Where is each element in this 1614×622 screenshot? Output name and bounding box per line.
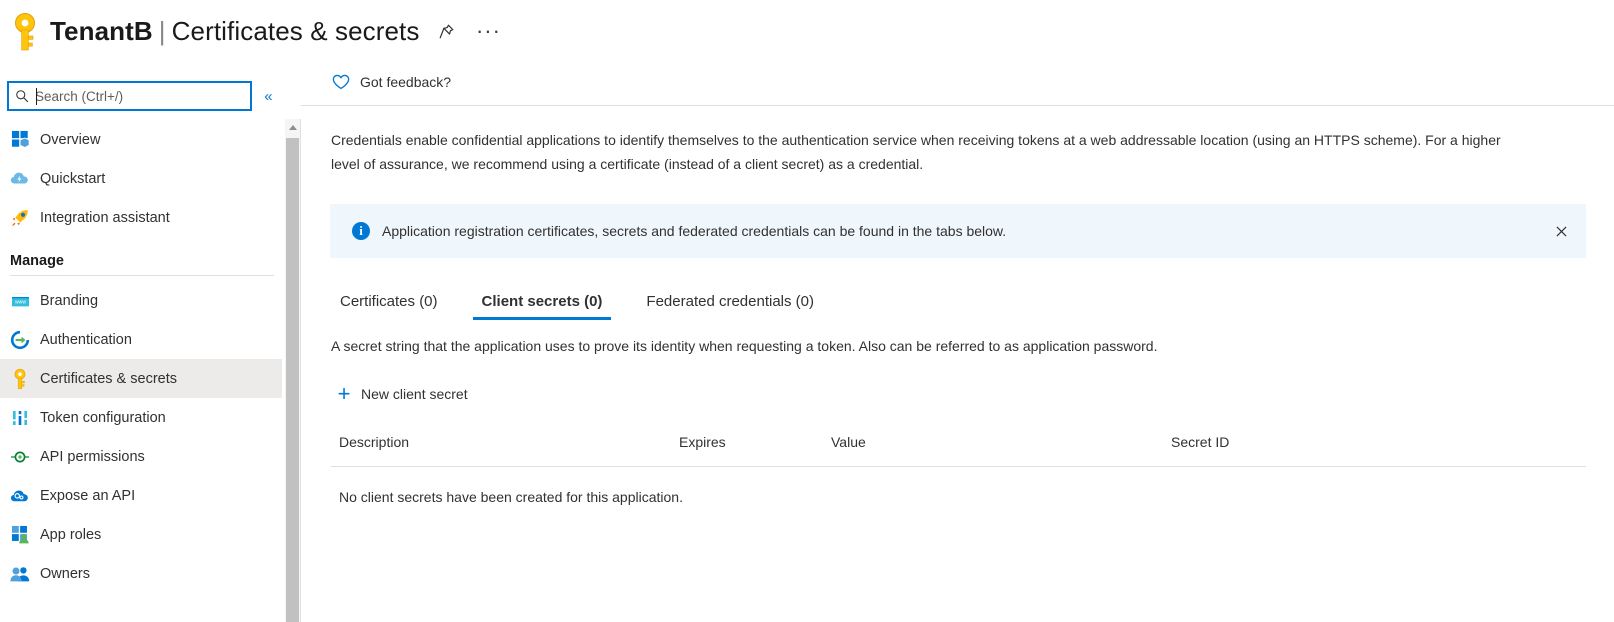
command-bar: + New client secret	[301, 380, 1614, 408]
overview-grid-icon	[6, 128, 34, 152]
got-feedback-label: Got feedback?	[360, 74, 452, 90]
sidebar-item-label: Owners	[40, 565, 90, 582]
tab-label: Client secrets (0)	[481, 293, 603, 310]
sidebar-search-row: «	[0, 78, 282, 114]
sidebar-item-owners[interactable]: Owners	[0, 554, 282, 593]
sidebar-item-label: Quickstart	[40, 170, 106, 187]
sidebar-item-integration-assistant[interactable]: Integration assistant	[0, 198, 282, 237]
sidebar-item-expose-an-api[interactable]: Expose an API	[0, 476, 282, 515]
new-client-secret-button[interactable]: + New client secret	[331, 380, 474, 408]
sidebar: « Overview	[0, 62, 282, 622]
page-title: TenantB | Certificates & secrets	[50, 16, 419, 47]
people-icon	[6, 562, 34, 586]
sidebar-item-label: Token configuration	[40, 409, 166, 426]
table-empty-message: No client secrets have been created for …	[339, 489, 683, 505]
column-header-value[interactable]: Value	[823, 434, 1163, 450]
tab-federated-credentials[interactable]: Federated credentials (0)	[637, 293, 823, 320]
sidebar-item-label: Overview	[40, 131, 101, 148]
scroll-up-button[interactable]	[285, 119, 300, 136]
sidebar-item-certificates-and-secrets[interactable]: Certificates & secrets	[0, 359, 282, 398]
sidebar-item-api-permissions[interactable]: API permissions	[0, 437, 282, 476]
sidebar-item-app-roles[interactable]: App roles	[0, 515, 282, 554]
sidebar-item-label: App roles	[40, 526, 102, 543]
new-client-secret-label: New client secret	[361, 386, 468, 402]
sidebar-item-overview[interactable]: Overview	[0, 120, 282, 159]
sliders-icon	[6, 406, 34, 430]
azure-portal-blade: TenantB | Certificates & secrets ··· Sea…	[0, 0, 1614, 622]
api-plug-icon	[6, 445, 34, 469]
page-name: Certificates & secrets	[171, 15, 420, 46]
sidebar-item-label: Branding	[40, 292, 99, 309]
sidebar-item-label: Integration assistant	[40, 209, 170, 226]
grid-person-icon	[6, 523, 34, 547]
sign-in-arrow-icon	[6, 328, 34, 352]
search-box[interactable]	[7, 81, 252, 111]
blade-header: TenantB | Certificates & secrets ···	[0, 0, 1614, 62]
sidebar-item-label: Expose an API	[40, 487, 136, 504]
rocket-icon	[6, 206, 34, 230]
heart-icon	[330, 72, 352, 92]
client-secrets-description: A secret string that the application use…	[331, 338, 1158, 354]
scrollbar-thumb[interactable]	[286, 138, 299, 622]
tab-certificates[interactable]: Certificates (0)	[331, 293, 447, 320]
sidebar-scrollbar[interactable]	[285, 119, 300, 622]
sidebar-item-branding[interactable]: www Branding	[0, 281, 282, 320]
text-caret	[36, 88, 37, 105]
key-icon	[6, 367, 34, 391]
browser-window-icon: www	[6, 289, 34, 313]
tab-label: Federated credentials (0)	[646, 293, 815, 310]
got-feedback-button[interactable]: Got feedback?	[330, 72, 451, 92]
plus-icon: +	[337, 381, 351, 406]
key-icon	[10, 9, 40, 53]
sidebar-item-authentication[interactable]: Authentication	[0, 320, 282, 359]
info-icon: i	[352, 222, 370, 240]
sidebar-group-label: Manage	[10, 253, 64, 269]
sidebar-item-token-configuration[interactable]: Token configuration	[0, 398, 282, 437]
sidebar-item-label: API permissions	[40, 448, 145, 465]
table-header-row: Description Expires Value Secret ID	[331, 426, 1586, 458]
feedback-row: Got feedback?	[301, 62, 1614, 102]
info-banner-text: Application registration certificates, s…	[382, 223, 1007, 239]
sidebar-item-label: Certificates & secrets	[40, 370, 177, 387]
search-icon	[9, 89, 35, 103]
main-content: Got feedback? Credentials enable confide…	[301, 62, 1614, 622]
column-header-expires[interactable]: Expires	[671, 434, 823, 450]
resource-name: TenantB	[50, 15, 153, 46]
ellipsis-dots: ···	[475, 18, 501, 43]
svg-text:www: www	[14, 300, 25, 306]
pin-icon[interactable]	[431, 16, 461, 46]
column-header-description[interactable]: Description	[331, 434, 671, 450]
ellipsis-icon[interactable]: ···	[473, 16, 503, 46]
client-secrets-table: Description Expires Value Secret ID No c…	[331, 426, 1586, 505]
chevron-up-icon	[288, 125, 297, 130]
tab-client-secrets[interactable]: Client secrets (0)	[472, 293, 612, 320]
cloud-lightning-icon	[6, 167, 34, 191]
collapse-sidebar-button[interactable]: «	[255, 81, 282, 111]
title-separator: |	[158, 15, 166, 46]
sidebar-item-label: Authentication	[40, 331, 132, 348]
tab-label: Certificates (0)	[340, 293, 438, 310]
column-header-secret-id[interactable]: Secret ID	[1163, 434, 1586, 450]
cloud-gear-icon	[6, 484, 34, 508]
sidebar-nav-scroll: Overview Quickstart Integration assistan…	[0, 120, 282, 620]
info-banner: i Application registration certificates,…	[330, 204, 1586, 258]
sidebar-group-divider	[10, 275, 274, 276]
sidebar-item-quickstart[interactable]: Quickstart	[0, 159, 282, 198]
credential-tabs: Certificates (0) Client secrets (0) Fede…	[301, 280, 1614, 320]
sidebar-nav-list: Overview Quickstart Integration assistan…	[0, 120, 282, 593]
search-input[interactable]	[35, 88, 250, 104]
credentials-description: Credentials enable confidential applicat…	[331, 132, 1501, 172]
close-icon[interactable]	[1550, 220, 1572, 242]
